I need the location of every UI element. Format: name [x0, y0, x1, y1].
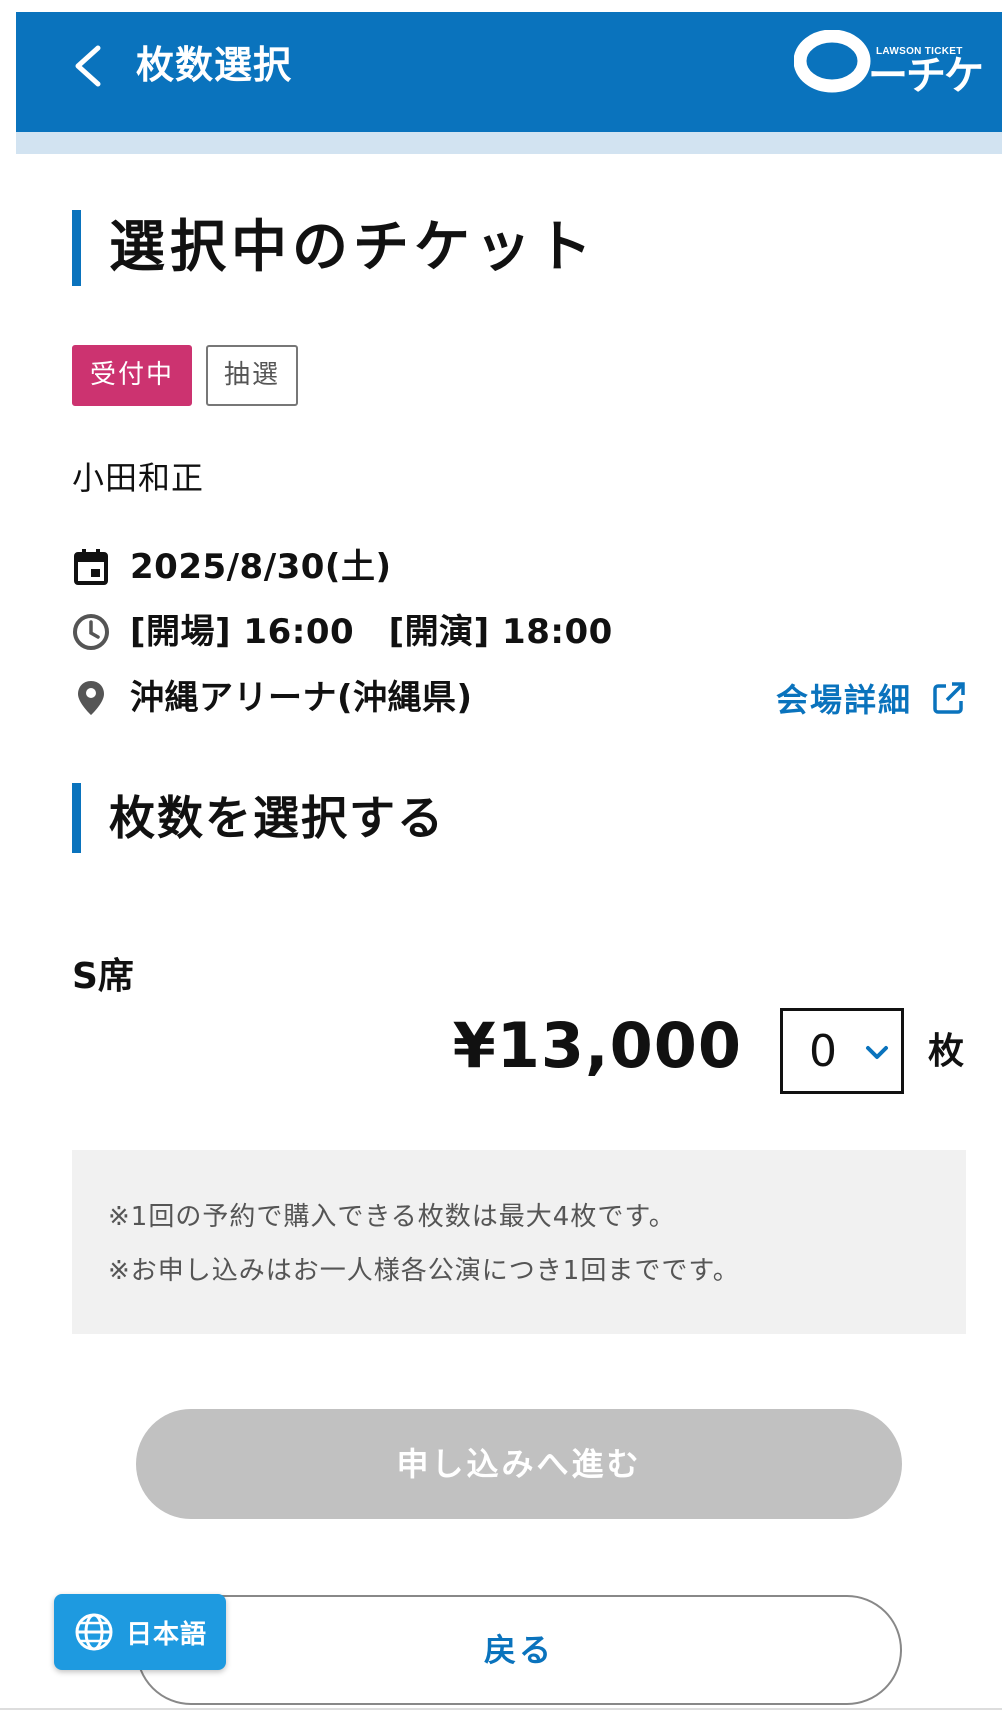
ticket-price: ¥13,000 — [452, 1009, 742, 1082]
logo-text: ーチケ — [868, 53, 984, 99]
quantity-value: 0 — [809, 1026, 837, 1077]
select-quantity-heading: 枚数を選択する — [72, 783, 445, 853]
location-pin-icon — [72, 678, 110, 718]
event-date: 2025/8/30(土) — [130, 547, 392, 587]
calendar-icon — [72, 547, 110, 587]
artist-name: 小田和正 — [72, 459, 205, 497]
header-accent-strip — [16, 132, 1002, 154]
event-date-row: 2025/8/30(土) — [72, 545, 392, 589]
venue-details-label: 会場詳細 — [776, 681, 913, 719]
clock-icon — [72, 612, 110, 652]
language-label: 日本語 — [126, 1619, 208, 1650]
language-switch-button[interactable]: 日本語 — [54, 1594, 226, 1670]
event-venue-row: 沖縄アリーナ(沖縄県) — [72, 676, 473, 720]
event-time: [開場] 16:00 [開演] 18:00 — [130, 612, 613, 652]
lottery-badge: 抽選 — [206, 345, 298, 406]
selected-ticket-heading: 選択中のチケット — [72, 210, 597, 286]
page-title: 枚数選択 — [136, 43, 293, 87]
event-venue: 沖縄アリーナ(沖縄県) — [130, 678, 473, 718]
note-one-application: ※お申し込みはお一人様各公演につき1回までです。 — [108, 1256, 740, 1286]
back-button[interactable]: 戻る — [136, 1595, 902, 1705]
event-time-row: [開場] 16:00 [開演] 18:00 — [72, 610, 613, 654]
back-arrow-icon[interactable] — [70, 44, 106, 88]
quantity-unit: 枚 — [928, 1031, 965, 1072]
external-link-icon — [933, 682, 965, 714]
note-max-tickets: ※1回の予約で購入できる枚数は最大4枚です。 — [108, 1202, 676, 1232]
seat-type: S席 — [72, 956, 134, 997]
chevron-down-icon — [866, 1046, 888, 1059]
globe-icon — [75, 1613, 113, 1651]
bottom-divider — [0, 1708, 1002, 1710]
notes-box: ※1回の予約で購入できる枚数は最大4枚です。 ※お申し込みはお一人様各公演につき… — [72, 1150, 966, 1334]
quantity-select[interactable]: 0 — [780, 1008, 904, 1094]
status-badge: 受付中 — [72, 345, 192, 406]
proceed-to-apply-button[interactable]: 申し込みへ進む — [136, 1409, 902, 1519]
venue-details-link[interactable]: 会場詳細 — [776, 676, 966, 720]
